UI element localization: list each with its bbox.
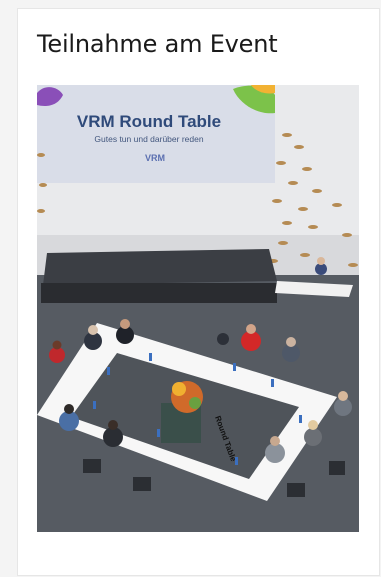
chair <box>329 461 345 475</box>
event-card: Teilnahme am Event VRM Round Table Gutes… <box>17 8 380 576</box>
chair <box>287 483 305 497</box>
chair <box>133 477 151 491</box>
screen-title: VRM Round Table <box>77 112 221 131</box>
stage-top <box>43 249 277 285</box>
chair <box>217 333 229 345</box>
section-title: Teilnahme am Event <box>37 30 278 58</box>
event-photo: VRM Round Table Gutes tun und darüber re… <box>37 85 359 532</box>
screen-logo: VRM <box>145 153 165 163</box>
event-photo-illustration: VRM Round Table Gutes tun und darüber re… <box>37 85 359 532</box>
chair <box>83 459 101 473</box>
participant <box>304 428 322 446</box>
screen-subtitle: Gutes tun und darüber reden <box>94 134 203 144</box>
stage-front <box>41 283 277 303</box>
